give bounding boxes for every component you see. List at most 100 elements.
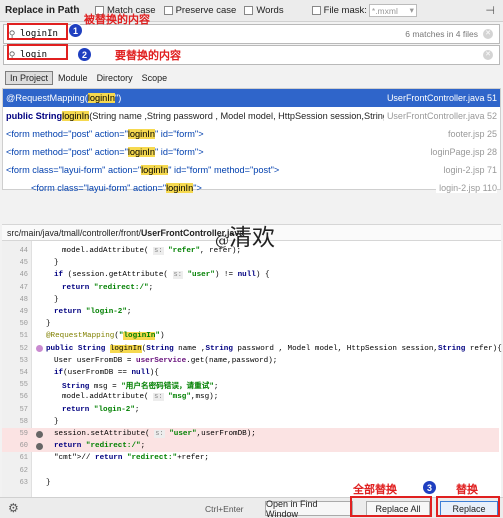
result-location: UserFrontController.java 51 <box>383 93 497 103</box>
line-number: 58 <box>19 417 28 426</box>
breakpoint-icon[interactable] <box>36 430 43 438</box>
pin-icon[interactable]: ⊣ <box>485 4 495 17</box>
file-mask-option[interactable]: File mask: *.mxml ▾ <box>311 4 417 17</box>
tab-directory[interactable]: Directory <box>93 72 137 84</box>
replace-all-annotation: 全部替换 <box>353 483 397 496</box>
result-row[interactable]: <form class="layui-form" action=" loginIn… <box>3 161 500 179</box>
code-line: 61 "cmt">// return "redirect:"+refer; <box>2 452 499 464</box>
tab-in-project[interactable]: In Project <box>5 71 54 85</box>
tab-module[interactable]: Module <box>54 72 92 84</box>
line-number: 54 <box>19 369 28 378</box>
result-text: ") <box>114 93 122 103</box>
code-text: return "login-2"; <box>62 405 140 414</box>
file-mask-select[interactable]: *.mxml ▾ <box>368 4 417 17</box>
find-annotation: 被替换的内容 <box>84 13 150 26</box>
code-text: session.setAttribute( s: "user",userFrom… <box>54 430 256 439</box>
watermark: @清欢 <box>215 218 275 252</box>
result-text: "> <box>193 183 202 193</box>
clear-replace-icon[interactable]: ✕ <box>483 50 493 60</box>
code-text: "cmt">// return "redirect:"+refer; <box>54 454 209 463</box>
result-match: loginIn <box>127 129 155 139</box>
file-mask-label: File mask: <box>323 5 367 16</box>
tab-scope[interactable]: Scope <box>138 72 172 84</box>
code-text: if (session.getAttribute( s: "user") != … <box>54 271 270 280</box>
watermark-at: @ <box>215 233 229 249</box>
file-mask-checkbox[interactable] <box>311 6 321 15</box>
code-text: } <box>54 417 59 426</box>
scope-tabs: In Project Module Directory Scope <box>5 70 172 86</box>
line-number: 47 <box>19 283 28 292</box>
result-row[interactable]: @RequestMapping(loginIn ") UserFrontContr… <box>3 89 500 107</box>
breakpoint-icon[interactable] <box>36 345 43 353</box>
result-match: loginIn <box>87 93 115 103</box>
code-text: model.addAttribute( s: "msg",msg); <box>62 393 219 402</box>
badge-1: 1 <box>68 23 83 38</box>
breakpoint-icon[interactable] <box>36 442 43 450</box>
result-text: " id="form" method="post"> <box>168 165 280 175</box>
line-number: 62 <box>19 466 28 475</box>
result-text: " id="form"> <box>154 129 204 139</box>
code-line: 62 <box>2 465 499 477</box>
words-label: Words <box>256 5 284 16</box>
code-line: 45} <box>2 257 499 269</box>
code-text: } <box>54 295 59 304</box>
shortcut-hint: Ctrl+Enter <box>205 504 244 514</box>
code-line: 51 @RequestMapping("loginIn") <box>2 330 499 342</box>
gear-icon[interactable]: ⚙ <box>8 501 19 515</box>
result-row[interactable]: <form method="post" action=" loginIn " id=… <box>3 143 500 161</box>
match-count: 6 matches in 4 files <box>405 29 478 39</box>
code-text: } <box>46 478 51 487</box>
result-location: loginPage.jsp 28 <box>427 147 497 157</box>
result-text: <form class="layui-form" action=" <box>31 183 167 193</box>
result-text: <form method="post" action=" <box>6 129 128 139</box>
code-preview[interactable]: 44 model.addAttribute( s: "refer", refer)… <box>2 241 502 497</box>
badge-2: 2 <box>77 47 92 62</box>
result-match: loginIn <box>62 111 90 121</box>
result-location: UserFrontController.java 52 <box>383 111 497 121</box>
line-number: 46 <box>19 271 28 280</box>
replace-highlight-box-btn <box>436 496 500 517</box>
line-number: 63 <box>19 478 28 487</box>
code-line: 50} <box>2 318 499 330</box>
code-text: User userFromDB = userService.get(name,p… <box>54 356 278 365</box>
code-text: return "redirect:/"; <box>62 283 154 292</box>
dialog-title: Replace in Path <box>5 5 80 16</box>
code-line: 58} <box>2 416 499 428</box>
code-line: 57 return "login-2"; <box>2 404 499 416</box>
dialog-header: Replace in Path Match case Preserve case… <box>0 0 503 22</box>
line-number: 56 <box>19 393 28 402</box>
result-location: login-2.jsp 71 <box>440 165 497 175</box>
code-line: 54 if(userFromDB == null){ <box>2 367 499 379</box>
result-row[interactable]: <form method="post" action=" loginIn " id=… <box>3 125 500 143</box>
code-text: } <box>54 259 59 268</box>
line-number: 51 <box>19 332 28 341</box>
code-text: return "login-2"; <box>54 308 132 317</box>
words-option[interactable]: Words <box>244 5 284 16</box>
code-text: if(userFromDB == null){ <box>54 369 159 378</box>
code-text: @RequestMapping("loginIn") <box>46 332 165 341</box>
code-line: 52 public String loginIn(String name ,Str… <box>2 343 502 355</box>
preserve-case-option[interactable]: Preserve case <box>163 5 237 16</box>
replace-btn-annotation: 替换 <box>456 483 478 496</box>
result-text: " id="form"> <box>154 147 204 157</box>
result-row[interactable]: public String loginIn (String name ,Strin… <box>3 107 500 125</box>
line-number: 52 <box>19 344 28 353</box>
badge-3: 3 <box>422 480 437 495</box>
clear-find-icon[interactable]: ✕ <box>483 29 493 39</box>
code-text: String msg = "用户名密码错误，请重试"; <box>62 382 219 391</box>
result-match: loginIn <box>141 165 169 175</box>
find-highlight-box <box>7 23 68 40</box>
code-text: } <box>46 320 51 329</box>
file-mask-value: *.mxml <box>371 5 398 16</box>
words-checkbox[interactable] <box>244 6 254 15</box>
line-number: 57 <box>19 405 28 414</box>
open-in-find-window-button[interactable]: Open in Find Window <box>265 499 353 518</box>
result-text: <form class="layui-form" action=" <box>6 165 142 175</box>
line-number: 45 <box>19 259 28 268</box>
line-number: 61 <box>19 454 28 463</box>
result-match: loginIn <box>166 183 194 193</box>
preserve-case-checkbox[interactable] <box>163 6 173 15</box>
result-location: login-2.jsp 110 <box>436 183 497 193</box>
result-row[interactable]: <form class="layui-form" action=" loginIn… <box>3 179 500 197</box>
preserve-case-label: Preserve case <box>175 5 237 16</box>
